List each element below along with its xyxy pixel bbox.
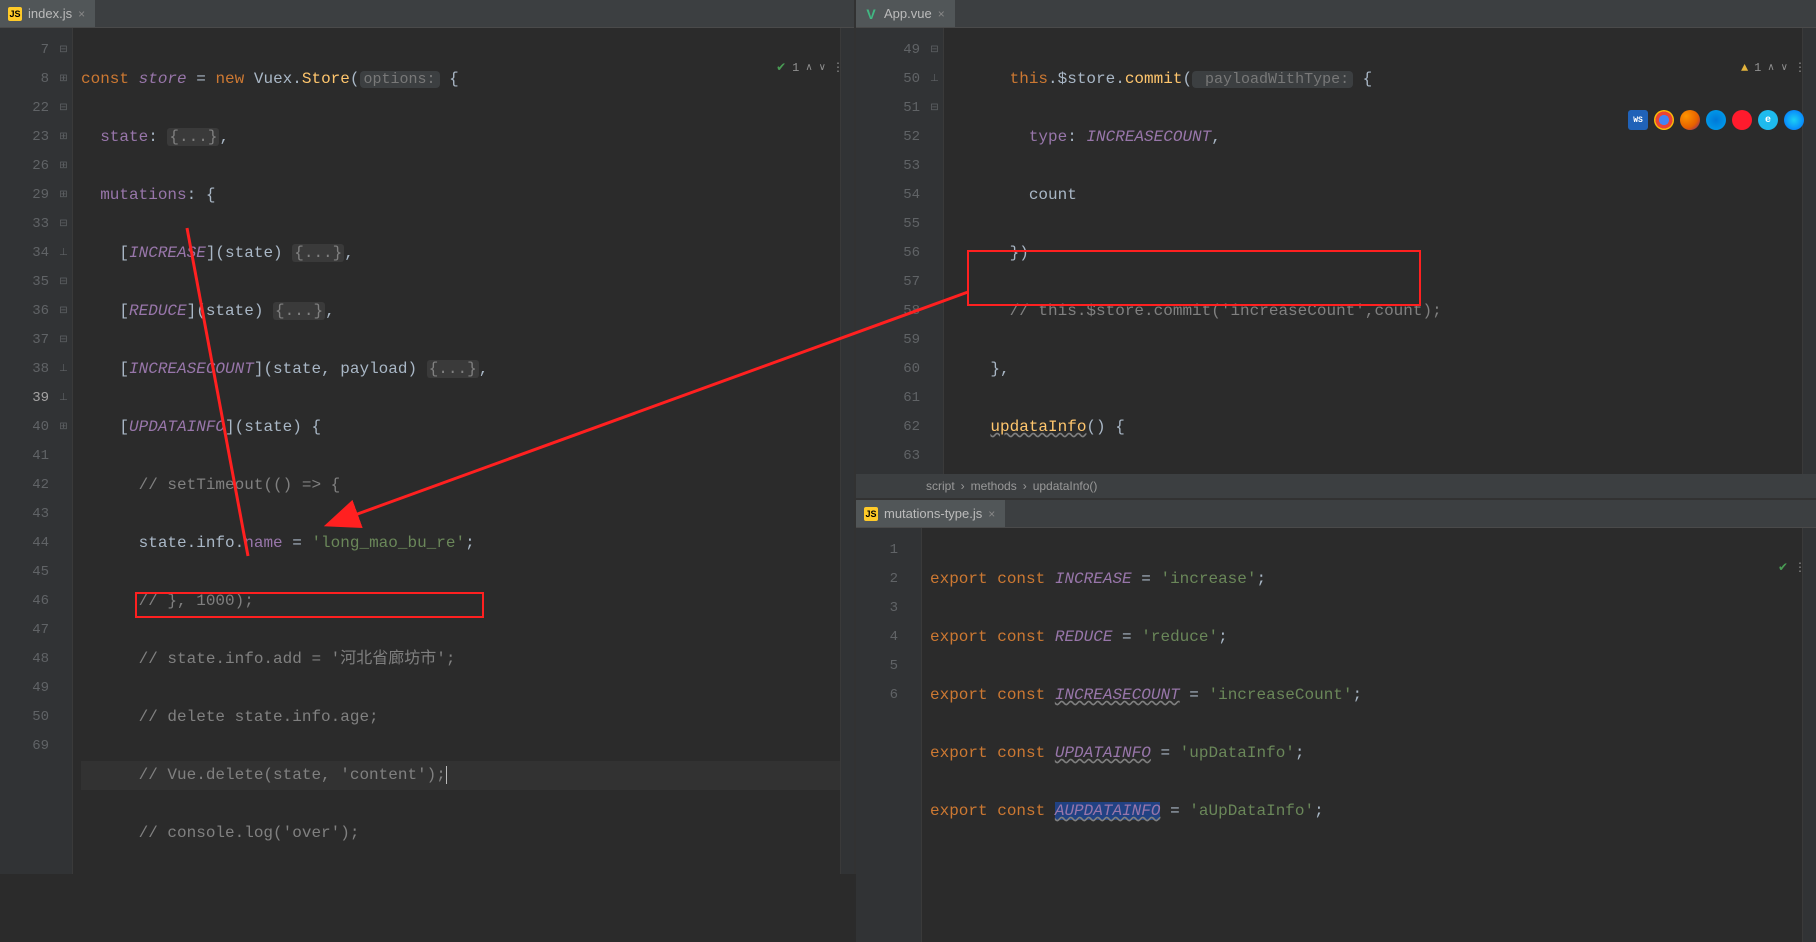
bottom-right-editor-area[interactable]: ✔ ⋮ 12 34 56 export const INCREASE = 'in… (856, 528, 1816, 942)
top-right-scrollbar[interactable] (1802, 28, 1816, 474)
js-file-icon: JS (8, 7, 22, 21)
right-pane: V App.vue × ▲ 1 ∧ ∨ ⋮ WS (856, 0, 1816, 874)
left-editor-area[interactable]: ✔ 1 ∧ ∨ ⋮ 7822 232629 333435 363738 3940… (0, 28, 854, 874)
breadcrumb[interactable]: script › methods › updataInfo() (856, 474, 1816, 498)
left-code[interactable]: const store = new Vuex.Store(options: { … (73, 28, 840, 874)
top-right-fold-gutter[interactable]: ⊟⊥⊟ (926, 28, 944, 474)
chevron-right-icon: › (961, 479, 965, 493)
breadcrumb-item[interactable]: methods (971, 479, 1017, 493)
tab-label: App.vue (884, 6, 932, 21)
bottom-right-editor-pane: JS mutations-type.js × ✔ ⋮ 12 34 56 expo… (856, 500, 1816, 942)
js-file-icon: JS (864, 507, 878, 521)
breadcrumb-item[interactable]: updataInfo() (1033, 479, 1098, 493)
left-fold-gutter[interactable]: ⊟⊞⊟⊞⊞⊞⊟ ⊥ ⊟⊟⊟⊥⊥ ⊞ (55, 28, 73, 874)
vue-file-icon: V (864, 7, 878, 21)
chevron-right-icon: › (1023, 479, 1027, 493)
top-right-code[interactable]: this.$store.commit( payloadWithType: { t… (944, 28, 1802, 474)
close-icon[interactable]: × (938, 7, 945, 21)
bottom-right-fold-gutter[interactable] (904, 528, 922, 942)
close-icon[interactable]: × (988, 507, 995, 521)
breadcrumb-item[interactable]: script (926, 479, 955, 493)
top-right-tab-bar: V App.vue × (856, 0, 1816, 28)
left-editor-pane: JS index.js × ✔ 1 ∧ ∨ ⋮ 7822 232629 3334… (0, 0, 856, 874)
tab-label: mutations-type.js (884, 506, 982, 521)
top-right-editor-area[interactable]: ▲ 1 ∧ ∨ ⋮ WS e 495051 525354 (856, 28, 1816, 474)
top-right-editor-pane: V App.vue × ▲ 1 ∧ ∨ ⋮ WS (856, 0, 1816, 500)
tab-mutations-type-js[interactable]: JS mutations-type.js × (856, 500, 1006, 527)
tab-index-js[interactable]: JS index.js × (0, 0, 96, 27)
bottom-right-scrollbar[interactable] (1802, 528, 1816, 942)
left-scrollbar[interactable] (840, 28, 854, 874)
bottom-right-gutter: 12 34 56 (856, 528, 904, 942)
bottom-right-tab-bar: JS mutations-type.js × (856, 500, 1816, 528)
top-right-gutter: 495051 525354 555657 585960 616263 (856, 28, 926, 474)
left-tab-bar: JS index.js × (0, 0, 854, 28)
tab-app-vue[interactable]: V App.vue × (856, 0, 956, 27)
bottom-right-code[interactable]: export const INCREASE = 'increase'; expo… (922, 528, 1802, 942)
left-gutter: 7822 232629 333435 363738 394041 424344 … (0, 28, 55, 874)
close-icon[interactable]: × (78, 7, 85, 21)
tab-label: index.js (28, 6, 72, 21)
